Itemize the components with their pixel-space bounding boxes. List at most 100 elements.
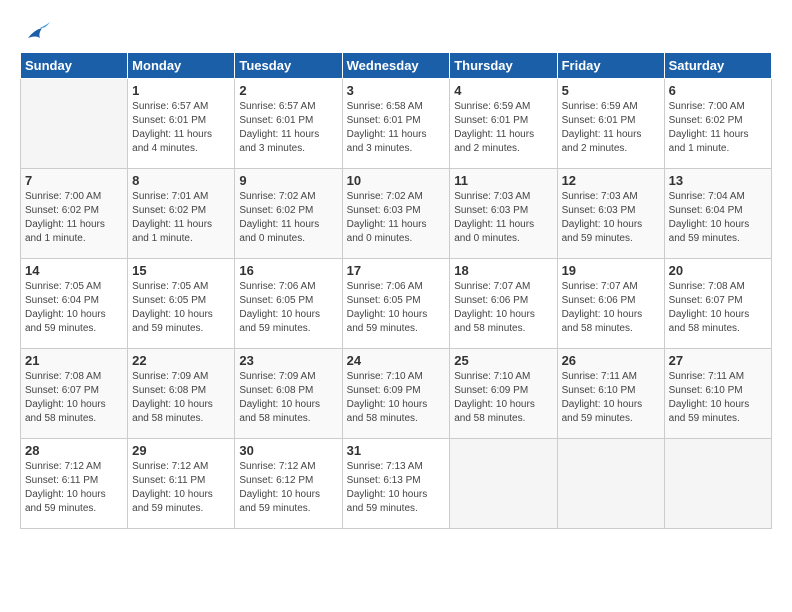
calendar-day-cell: 30 Sunrise: 7:12 AM Sunset: 6:12 PM Dayli…	[235, 439, 342, 529]
calendar-day-cell: 25 Sunrise: 7:10 AM Sunset: 6:09 PM Dayli…	[450, 349, 557, 439]
calendar-day-cell: 7 Sunrise: 7:00 AM Sunset: 6:02 PM Daylig…	[21, 169, 128, 259]
calendar-day-cell: 21 Sunrise: 7:08 AM Sunset: 6:07 PM Dayli…	[21, 349, 128, 439]
day-info: Sunrise: 7:02 AM Sunset: 6:03 PM Dayligh…	[347, 190, 446, 246]
day-info: Sunrise: 6:58 AM Sunset: 6:01 PM Dayligh…	[347, 100, 446, 156]
calendar-day-cell: 11 Sunrise: 7:03 AM Sunset: 6:03 PM Dayli…	[450, 169, 557, 259]
day-number: 8	[132, 173, 230, 188]
calendar-day-cell	[21, 79, 128, 169]
calendar-header: SundayMondayTuesdayWednesdayThursdayFrid…	[21, 53, 772, 79]
day-number: 7	[25, 173, 123, 188]
day-info: Sunrise: 7:08 AM Sunset: 6:07 PM Dayligh…	[25, 370, 123, 426]
calendar-day-cell: 20 Sunrise: 7:08 AM Sunset: 6:07 PM Dayli…	[664, 259, 771, 349]
day-info: Sunrise: 7:08 AM Sunset: 6:07 PM Dayligh…	[669, 280, 767, 336]
calendar-day-cell: 16 Sunrise: 7:06 AM Sunset: 6:05 PM Dayli…	[235, 259, 342, 349]
day-number: 2	[239, 83, 337, 98]
calendar-day-cell: 18 Sunrise: 7:07 AM Sunset: 6:06 PM Dayli…	[450, 259, 557, 349]
day-info: Sunrise: 7:12 AM Sunset: 6:12 PM Dayligh…	[239, 460, 337, 516]
calendar-day-cell: 9 Sunrise: 7:02 AM Sunset: 6:02 PM Daylig…	[235, 169, 342, 259]
calendar-day-cell: 12 Sunrise: 7:03 AM Sunset: 6:03 PM Dayli…	[557, 169, 664, 259]
day-number: 6	[669, 83, 767, 98]
day-number: 17	[347, 263, 446, 278]
calendar-day-cell: 17 Sunrise: 7:06 AM Sunset: 6:05 PM Dayli…	[342, 259, 450, 349]
day-number: 23	[239, 353, 337, 368]
day-number: 15	[132, 263, 230, 278]
day-number: 18	[454, 263, 552, 278]
day-info: Sunrise: 7:10 AM Sunset: 6:09 PM Dayligh…	[347, 370, 446, 426]
day-info: Sunrise: 7:10 AM Sunset: 6:09 PM Dayligh…	[454, 370, 552, 426]
calendar-day-cell: 13Sunrise: 7:04 AM Sunset: 6:04 PM Dayli…	[664, 169, 771, 259]
day-number: 12	[562, 173, 660, 188]
calendar-day-cell: 3 Sunrise: 6:58 AM Sunset: 6:01 PM Daylig…	[342, 79, 450, 169]
calendar-day-cell: 1 Sunrise: 6:57 AM Sunset: 6:01 PM Daylig…	[128, 79, 235, 169]
day-number: 24	[347, 353, 446, 368]
calendar-week-row: 1 Sunrise: 6:57 AM Sunset: 6:01 PM Daylig…	[21, 79, 772, 169]
day-of-week-header: Wednesday	[342, 53, 450, 79]
day-number: 26	[562, 353, 660, 368]
calendar-day-cell: 19 Sunrise: 7:07 AM Sunset: 6:06 PM Dayli…	[557, 259, 664, 349]
calendar-day-cell	[664, 439, 771, 529]
day-info: Sunrise: 7:13 AM Sunset: 6:13 PM Dayligh…	[347, 460, 446, 516]
day-of-week-header: Friday	[557, 53, 664, 79]
day-number: 11	[454, 173, 552, 188]
day-info: Sunrise: 7:09 AM Sunset: 6:08 PM Dayligh…	[239, 370, 337, 426]
day-of-week-header: Monday	[128, 53, 235, 79]
calendar-week-row: 14 Sunrise: 7:05 AM Sunset: 6:04 PM Dayli…	[21, 259, 772, 349]
day-number: 29	[132, 443, 230, 458]
day-number: 30	[239, 443, 337, 458]
day-info: Sunrise: 6:59 AM Sunset: 6:01 PM Dayligh…	[562, 100, 660, 156]
day-info: Sunrise: 7:03 AM Sunset: 6:03 PM Dayligh…	[454, 190, 552, 246]
calendar-day-cell: 23 Sunrise: 7:09 AM Sunset: 6:08 PM Dayli…	[235, 349, 342, 439]
day-info: Sunrise: 7:06 AM Sunset: 6:05 PM Dayligh…	[347, 280, 446, 336]
day-info: Sunrise: 7:07 AM Sunset: 6:06 PM Dayligh…	[562, 280, 660, 336]
calendar-day-cell: 5 Sunrise: 6:59 AM Sunset: 6:01 PM Daylig…	[557, 79, 664, 169]
day-info: Sunrise: 6:57 AM Sunset: 6:01 PM Dayligh…	[132, 100, 230, 156]
day-info: Sunrise: 7:12 AM Sunset: 6:11 PM Dayligh…	[25, 460, 123, 516]
day-number: 14	[25, 263, 123, 278]
day-number: 10	[347, 173, 446, 188]
day-number: 5	[562, 83, 660, 98]
calendar-day-cell: 29 Sunrise: 7:12 AM Sunset: 6:11 PM Dayli…	[128, 439, 235, 529]
day-number: 21	[25, 353, 123, 368]
day-info: Sunrise: 7:07 AM Sunset: 6:06 PM Dayligh…	[454, 280, 552, 336]
calendar-day-cell: 2 Sunrise: 6:57 AM Sunset: 6:01 PM Daylig…	[235, 79, 342, 169]
calendar-day-cell: 26 Sunrise: 7:11 AM Sunset: 6:10 PM Dayli…	[557, 349, 664, 439]
day-info: Sunrise: 7:11 AM Sunset: 6:10 PM Dayligh…	[669, 370, 767, 426]
day-info: Sunrise: 7:02 AM Sunset: 6:02 PM Dayligh…	[239, 190, 337, 246]
page-header	[20, 20, 772, 44]
day-info: Sunrise: 7:12 AM Sunset: 6:11 PM Dayligh…	[132, 460, 230, 516]
calendar-week-row: 7 Sunrise: 7:00 AM Sunset: 6:02 PM Daylig…	[21, 169, 772, 259]
calendar-day-cell: 14 Sunrise: 7:05 AM Sunset: 6:04 PM Dayli…	[21, 259, 128, 349]
calendar-day-cell: 10 Sunrise: 7:02 AM Sunset: 6:03 PM Dayli…	[342, 169, 450, 259]
calendar-day-cell: 8 Sunrise: 7:01 AM Sunset: 6:02 PM Daylig…	[128, 169, 235, 259]
day-number: 25	[454, 353, 552, 368]
day-number: 1	[132, 83, 230, 98]
calendar-body: 1 Sunrise: 6:57 AM Sunset: 6:01 PM Daylig…	[21, 79, 772, 529]
day-number: 4	[454, 83, 552, 98]
day-number: 3	[347, 83, 446, 98]
calendar-week-row: 28Sunrise: 7:12 AM Sunset: 6:11 PM Dayli…	[21, 439, 772, 529]
day-info: Sunrise: 7:05 AM Sunset: 6:04 PM Dayligh…	[25, 280, 123, 336]
day-info: Sunrise: 7:11 AM Sunset: 6:10 PM Dayligh…	[562, 370, 660, 426]
day-info: Sunrise: 6:57 AM Sunset: 6:01 PM Dayligh…	[239, 100, 337, 156]
day-number: 31	[347, 443, 446, 458]
day-of-week-header: Tuesday	[235, 53, 342, 79]
day-number: 27	[669, 353, 767, 368]
day-of-week-header: Thursday	[450, 53, 557, 79]
calendar-day-cell	[450, 439, 557, 529]
day-info: Sunrise: 7:05 AM Sunset: 6:05 PM Dayligh…	[132, 280, 230, 336]
day-number: 22	[132, 353, 230, 368]
day-info: Sunrise: 7:00 AM Sunset: 6:02 PM Dayligh…	[25, 190, 123, 246]
day-number: 9	[239, 173, 337, 188]
day-number: 19	[562, 263, 660, 278]
day-info: Sunrise: 7:09 AM Sunset: 6:08 PM Dayligh…	[132, 370, 230, 426]
day-of-week-header: Sunday	[21, 53, 128, 79]
day-number: 20	[669, 263, 767, 278]
day-info: Sunrise: 6:59 AM Sunset: 6:01 PM Dayligh…	[454, 100, 552, 156]
day-number: 16	[239, 263, 337, 278]
day-number: 13	[669, 173, 767, 188]
calendar-week-row: 21 Sunrise: 7:08 AM Sunset: 6:07 PM Dayli…	[21, 349, 772, 439]
day-info: Sunrise: 7:03 AM Sunset: 6:03 PM Dayligh…	[562, 190, 660, 246]
day-info: Sunrise: 7:01 AM Sunset: 6:02 PM Dayligh…	[132, 190, 230, 246]
logo	[20, 20, 56, 44]
day-info: Sunrise: 7:06 AM Sunset: 6:05 PM Dayligh…	[239, 280, 337, 336]
